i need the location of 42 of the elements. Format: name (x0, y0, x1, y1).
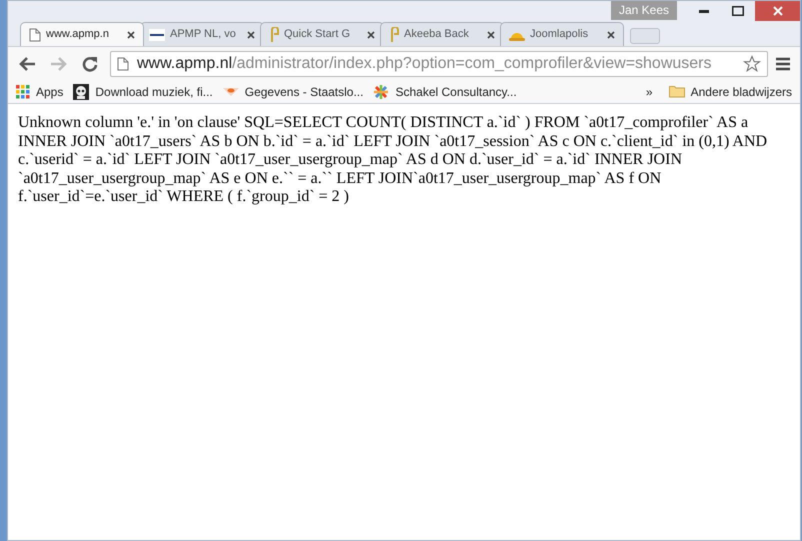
url-text: www.apmp.nl/administrator/index.php?option=com_comprofiler&view=showusers (137, 54, 713, 74)
tab-title: Akeeba Back (404, 27, 470, 42)
tab-title: www.apmp.n (46, 27, 110, 42)
page-icon (117, 56, 129, 70)
pin-icon (389, 26, 399, 42)
pin-icon (269, 26, 279, 42)
close-icon[interactable] (487, 30, 495, 38)
logo-icon (149, 28, 165, 40)
skull-icon (73, 84, 90, 100)
close-icon (772, 6, 782, 16)
bookmark-item[interactable]: Download muziek, fi... (73, 82, 213, 100)
folder-icon (668, 85, 685, 98)
reload-icon[interactable] (82, 56, 98, 72)
minimize-icon (699, 10, 709, 12)
address-field[interactable]: www.apmp.nl/administrator/index.php?option=com_comprofiler&view=showusers (110, 50, 768, 76)
close-icon[interactable] (607, 30, 615, 38)
error-message: Unknown column 'e.' in 'on clause' SQL=SELECT COUNT( DISTINCT a.`id` ) FROM `a0t17_comprofiler` AS a INNER JOIN `a0t17_users` AS b ON b.`id` = a.`id` LEFT JOIN `a0t17_session` AS c ON c.`client_id` in (0,1) AND c.`userid` = a.`id` LEFT JOIN `a0t17_user_usergroup_map` AS d ON d.`user_id` = a.`id` INNER JOIN `a0t17_user_usergroup_map` AS e ON e.`` = a.`` LEFT JOIN`a0t17_user_usergroup_map` AS f ON f.`user_id`=e.`user_id` WHERE ( f.`group_id` = 2 ) (18, 114, 768, 206)
browser-tab[interactable]: www.apmp.n (20, 22, 144, 46)
apps-grid-icon (16, 84, 30, 98)
logo-icon (222, 86, 239, 96)
maximize-icon (732, 6, 744, 16)
page-icon (29, 28, 41, 42)
bookmark-item[interactable]: Gegevens - Staatslo... (222, 82, 364, 100)
tab-title: APMP NL, vo (170, 27, 237, 42)
joomla-logo-icon (373, 84, 390, 100)
close-button[interactable] (755, 1, 800, 21)
tab-title: Joomlapolis (530, 27, 590, 42)
back-arrow-icon[interactable] (18, 56, 36, 72)
close-icon[interactable] (367, 30, 375, 38)
browser-tab[interactable]: Akeeba Back (380, 22, 504, 46)
bookmark-item[interactable]: Apps (16, 82, 64, 100)
tab-title: Quick Start G (284, 27, 352, 42)
menu-icon[interactable] (776, 56, 790, 70)
browser-tab[interactable]: APMP NL, vo (140, 22, 264, 46)
star-icon[interactable] (743, 54, 761, 72)
other-bookmarks-button[interactable]: Andere bladwijzers (668, 82, 792, 100)
browser-tab[interactable]: Quick Start G (260, 22, 384, 46)
close-icon[interactable] (247, 30, 255, 38)
bookmark-item[interactable]: Schakel Consultancy... (373, 82, 517, 100)
close-icon[interactable] (127, 30, 135, 38)
browser-tab[interactable]: Joomlapolis (500, 22, 624, 46)
more-bookmarks-chevron[interactable]: » (646, 82, 653, 100)
